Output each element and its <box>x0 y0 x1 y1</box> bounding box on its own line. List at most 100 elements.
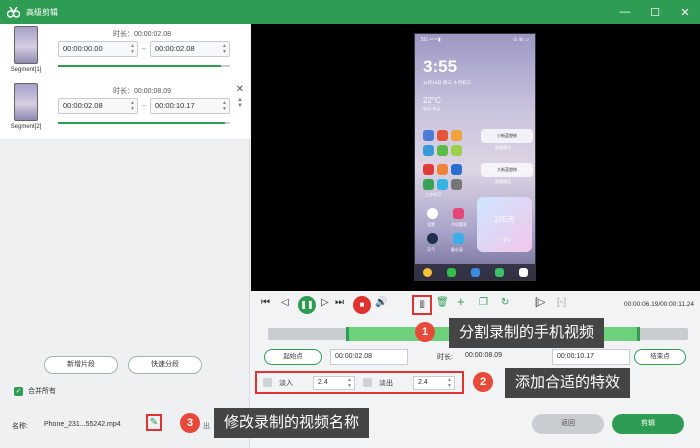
video-preview[interactable]: 5G ⁴⁶ ᵃ ▮ ⊙ ⊛ ▭ 3:55 11月15日 周三 十月初三 22°C… <box>251 24 700 291</box>
segment-duration: 时长：00:00:02.08 <box>113 31 171 38</box>
segment-start-input[interactable]: 00:00:02.08 ▲ ▼ <box>58 98 138 114</box>
spinner-icon[interactable]: ▲ ▼ <box>347 377 352 389</box>
phone-date: 11月15日 周三 十月初三 <box>423 80 472 85</box>
checkbox-checked-icon[interactable]: ✓ <box>14 386 23 396</box>
app-icon <box>437 164 448 175</box>
segment-progress <box>58 65 230 67</box>
split-icon[interactable]: ⫿⫿ <box>412 295 432 315</box>
set-start-button[interactable]: 起始点 <box>264 349 322 365</box>
fade-in-checkbox[interactable] <box>263 378 272 387</box>
effects-panel: 淡入 2.4 ▲ ▼ 淡出 2.4 ▲ ▼ <box>255 371 464 394</box>
spinner-icon[interactable]: ▲ ▼ <box>222 100 227 112</box>
fade-in-input[interactable]: 2.4 ▲ ▼ <box>313 376 355 390</box>
app-icon <box>423 179 434 190</box>
mark-in-icon[interactable]: [▷ <box>535 297 545 308</box>
segment-end-input[interactable]: 00:00:10.17 ▲ ▼ <box>150 98 230 114</box>
app-window: 高级剪辑 — ☐ ✕ Segment[1] 时长：00:00:02.08 00:… <box>0 0 700 448</box>
countdown-sub: ♡ 宝宝 <box>498 237 511 242</box>
segment-label: Segment[1] <box>10 67 42 73</box>
segment-duration: 时长：00:00:08.09 <box>113 88 171 95</box>
add-segment-icon[interactable]: + <box>457 294 465 309</box>
range-duration-value: 00:00:08.09 <box>465 352 502 359</box>
edit-name-icon[interactable]: ✎ <box>146 414 162 431</box>
segment-panel: Segment[1] 时长：00:00:02.08 00:00:00.00 ▲ ▼ … <box>0 24 250 448</box>
phone-weather: 轻风·多云 <box>423 106 441 111</box>
pause-button[interactable]: ❚❚ <box>298 296 316 314</box>
stop-button[interactable]: ■ <box>353 296 371 314</box>
app-icon <box>451 130 462 141</box>
segment-end-input[interactable]: 00:00:02.08 ▲ ▼ <box>150 41 230 57</box>
back-button[interactable]: 返回 <box>532 414 604 434</box>
bottom-partial-text: 出 <box>203 423 210 430</box>
window-title: 高级剪辑 <box>26 7 58 17</box>
fade-out-label: 淡出 <box>379 380 393 387</box>
app-folder-label: 工作学习 <box>425 192 441 197</box>
app-icon <box>451 145 462 156</box>
previous-frame-icon[interactable]: ◁ <box>281 297 289 308</box>
phone-widget-sub: 智能建议 <box>495 179 511 184</box>
range-separator: – <box>142 45 146 52</box>
set-end-button[interactable]: 结束点 <box>634 349 686 365</box>
app-icon <box>437 179 448 190</box>
cut-button[interactable]: 剪辑 <box>612 414 684 434</box>
app-label: 手机管家 <box>451 222 467 227</box>
segment-thumbnail <box>14 26 38 64</box>
phone-widget: 大新蓝塑修 <box>481 163 533 177</box>
spinner-icon[interactable]: ▲ ▼ <box>130 100 135 112</box>
delete-segment-icon[interactable]: ✕ <box>236 84 244 95</box>
app-icon <box>453 208 464 219</box>
mark-out-icon[interactable]: [▫] <box>557 297 566 308</box>
fade-in-label: 淡入 <box>279 380 293 387</box>
alipay-icon <box>470 267 480 277</box>
callout-badge: 2 <box>473 372 493 392</box>
app-icon <box>437 130 448 141</box>
callout-effects: 添加合适的特效 <box>505 368 631 398</box>
reorder-icon[interactable]: ▲ ▼ <box>237 97 243 109</box>
app-icon <box>451 179 462 190</box>
file-name-label: 名称: <box>12 423 28 430</box>
merge-all-checkbox[interactable]: ✓ 合并所有 <box>14 386 56 396</box>
segment-item[interactable]: Segment[2] 时长：00:00:08.09 00:00:02.08 ▲ ▼ … <box>0 81 250 136</box>
go-to-start-icon[interactable]: ⏮ <box>261 297 270 308</box>
wechat-icon <box>446 267 456 277</box>
app-icon <box>423 145 434 156</box>
range-start-input[interactable]: 00:00:02.08 <box>330 349 408 365</box>
app-icon <box>453 233 464 244</box>
new-segment-button[interactable]: 新增片段 <box>44 356 118 374</box>
delete-icon[interactable]: 🗑 <box>436 297 449 308</box>
app-icon <box>427 208 438 219</box>
refresh-icon[interactable]: ↻ <box>501 297 509 308</box>
spinner-icon[interactable]: ▲ ▼ <box>222 43 227 55</box>
fade-out-checkbox[interactable] <box>363 378 372 387</box>
file-name-value: Phone_231...55242.mp4 <box>44 421 121 428</box>
copy-icon[interactable]: ❐ <box>479 297 488 308</box>
segment-progress <box>58 122 230 124</box>
countdown-widget: 105天 ♡ 宝宝 <box>477 197 532 252</box>
fade-out-input[interactable]: 2.4 ▲ ▼ <box>413 376 455 390</box>
callout-rename: 修改录制的视频名称 <box>214 408 370 438</box>
close-button[interactable]: ✕ <box>678 6 692 19</box>
go-to-end-icon[interactable]: ⏭ <box>335 297 344 308</box>
next-frame-icon[interactable]: ▷ <box>321 297 329 308</box>
app-icon <box>437 145 448 156</box>
segment-thumbnail <box>14 83 38 121</box>
messages-icon <box>494 267 504 277</box>
callout-badge: 3 <box>180 413 200 433</box>
camera-icon <box>422 267 432 277</box>
range-end-input[interactable]: 00:00:10.17 <box>552 349 630 365</box>
app-icon <box>451 164 462 175</box>
app-label: 备忘录 <box>451 247 463 252</box>
volume-icon[interactable]: 🔊 <box>375 297 387 308</box>
playback-time: 00:00:06.19/00:00:11.24 <box>624 301 694 308</box>
segment-start-input[interactable]: 00:00:00.00 ▲ ▼ <box>58 41 138 57</box>
minimize-button[interactable]: — <box>618 6 632 18</box>
segment-item[interactable]: Segment[1] 时长：00:00:02.08 00:00:00.00 ▲ ▼ … <box>0 24 250 79</box>
spinner-icon[interactable]: ▲ ▼ <box>130 43 135 55</box>
maximize-button[interactable]: ☐ <box>648 6 662 19</box>
segment-label: Segment[2] <box>10 124 42 130</box>
app-logo-icon <box>6 5 20 19</box>
app-icon <box>423 164 434 175</box>
spinner-icon[interactable]: ▲ ▼ <box>447 377 452 389</box>
quick-split-button[interactable]: 快速分段 <box>128 356 202 374</box>
countdown-days: 105天 <box>493 215 516 224</box>
